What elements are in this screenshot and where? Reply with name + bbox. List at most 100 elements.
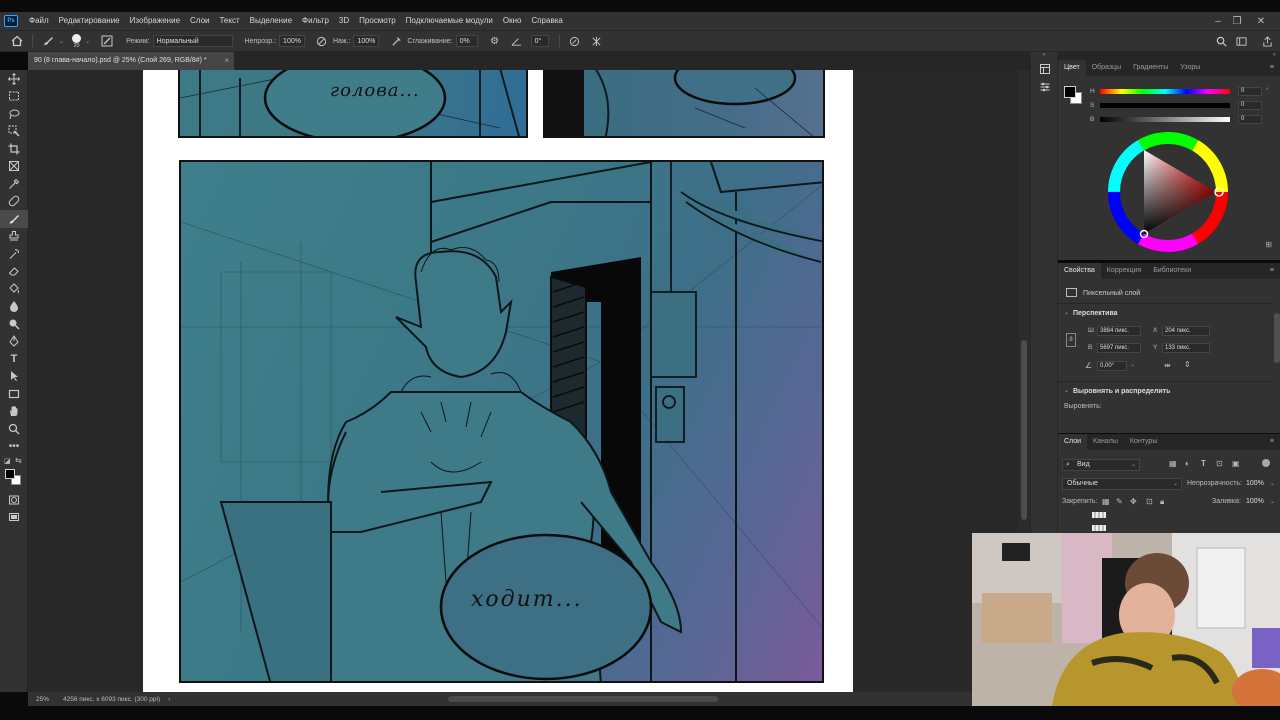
chevron-down-icon[interactable]: ⌄ xyxy=(1064,387,1069,394)
history-brush-tool-icon[interactable] xyxy=(0,245,28,263)
saturation-input[interactable]: 0 xyxy=(1238,100,1262,110)
width-input[interactable]: 3884 пикс. xyxy=(1097,326,1141,336)
more-tools-icon[interactable]: ••• xyxy=(0,438,28,456)
search-icon[interactable] xyxy=(1214,34,1228,48)
tab-channels[interactable]: Каналы xyxy=(1087,434,1124,450)
layer-filter-select[interactable]: ⌕ Вид ⌄ xyxy=(1062,459,1140,471)
transform-section-title[interactable]: Перспектива xyxy=(1073,310,1118,317)
hand-tool-icon[interactable] xyxy=(0,403,28,421)
align-section-title[interactable]: Выровнять и распределить xyxy=(1073,388,1170,395)
angle-icon[interactable] xyxy=(510,34,524,48)
tab-layers[interactable]: Слои xyxy=(1058,434,1088,450)
photoshop-logo-icon[interactable]: Ps xyxy=(4,15,18,27)
status-arrow-icon[interactable]: › xyxy=(168,696,170,703)
type-tool-icon[interactable]: T xyxy=(0,350,28,368)
brush-angle-input[interactable]: 0° xyxy=(530,35,549,47)
healing-brush-tool-icon[interactable] xyxy=(0,193,28,211)
home-icon[interactable] xyxy=(10,34,24,48)
screen-mode-icon[interactable] xyxy=(0,509,28,527)
chevron-down-icon[interactable]: ⌄ xyxy=(1064,309,1069,316)
horizontal-scrollbar[interactable] xyxy=(448,696,718,702)
object-selection-tool-icon[interactable] xyxy=(0,123,28,141)
color-wheel[interactable] xyxy=(1106,130,1230,254)
layer-thumbnail[interactable] xyxy=(1092,512,1106,518)
tab-gradients[interactable]: Градиенты xyxy=(1127,60,1174,76)
y-input[interactable]: 133 пикс. xyxy=(1162,343,1210,353)
flip-horizontal-icon[interactable]: ⇹ xyxy=(1164,361,1171,370)
filter-shape-icon[interactable]: ⊡ xyxy=(1216,459,1223,468)
menu-select[interactable]: Выделение xyxy=(245,12,297,30)
quick-mask-icon[interactable] xyxy=(0,491,28,509)
filter-pixel-icon[interactable]: ▦ xyxy=(1169,459,1177,468)
flip-vertical-icon[interactable]: ⇕ xyxy=(1184,360,1191,369)
fill-value[interactable]: 100% xyxy=(1246,498,1264,505)
brush-settings-icon[interactable] xyxy=(100,34,114,48)
chevron-down-icon[interactable]: ⌄ xyxy=(1270,498,1275,505)
tab-patterns[interactable]: Узоры xyxy=(1174,60,1206,76)
swap-colors-icon[interactable]: ⇆ xyxy=(15,456,22,465)
saturation-slider[interactable] xyxy=(1100,102,1230,108)
height-input[interactable]: 5697 пикс. xyxy=(1097,343,1141,353)
eraser-tool-icon[interactable] xyxy=(0,263,28,281)
lock-artboard-icon[interactable]: ⊡ xyxy=(1146,497,1153,506)
filter-type-icon[interactable]: T xyxy=(1201,459,1206,468)
airbrush-icon[interactable] xyxy=(389,34,403,48)
panel-menu-icon[interactable]: ≡ xyxy=(1270,434,1274,450)
menu-filter[interactable]: Фильтр xyxy=(297,12,334,30)
filter-adjustment-icon[interactable]: ◐ xyxy=(1185,459,1190,468)
share-icon[interactable] xyxy=(1260,34,1274,48)
layer-thumbnail[interactable] xyxy=(1092,525,1106,531)
angle-input[interactable]: 0,00° xyxy=(1097,361,1127,371)
lock-all-icon[interactable]: 🔒︎ xyxy=(1160,497,1164,507)
collapse-arrows-icon[interactable]: « xyxy=(1031,52,1057,60)
brush-settings-panel-icon[interactable] xyxy=(1031,78,1059,96)
zoom-tool-icon[interactable] xyxy=(0,420,28,438)
brush-tool-icon[interactable] xyxy=(41,34,55,48)
crop-tool-icon[interactable] xyxy=(0,140,28,158)
filter-smart-object-icon[interactable]: ▣ xyxy=(1232,459,1240,468)
close-tab-icon[interactable]: × xyxy=(224,52,229,70)
canvas-area[interactable]: голова... ходит... xyxy=(28,70,1018,692)
tab-libraries[interactable]: Библиотеки xyxy=(1147,263,1197,279)
close-window-icon[interactable]: ✕ xyxy=(1250,12,1272,30)
menu-layers[interactable]: Слои xyxy=(185,12,214,30)
default-colors-icon[interactable]: ◪ xyxy=(4,457,11,465)
lock-transparent-icon[interactable]: ▦ xyxy=(1102,497,1110,506)
dodge-tool-icon[interactable] xyxy=(0,315,28,333)
hue-slider[interactable] xyxy=(1100,88,1230,94)
menu-plugins[interactable]: Подключаемые модули xyxy=(401,12,498,30)
brightness-input[interactable]: 0 xyxy=(1238,114,1262,124)
gear-icon[interactable]: ⚙ xyxy=(488,34,502,48)
chevron-down-icon[interactable]: ⌄ xyxy=(85,38,90,45)
comic-page[interactable]: голова... ходит... xyxy=(143,70,853,692)
link-dimensions-icon[interactable]: 8 xyxy=(1066,333,1076,347)
foreground-color-swatch-top[interactable] xyxy=(1064,86,1076,98)
blur-tool-icon[interactable] xyxy=(0,298,28,316)
history-icon[interactable] xyxy=(1031,60,1059,78)
path-selection-tool-icon[interactable] xyxy=(0,368,28,386)
menu-type[interactable]: Текст xyxy=(214,12,244,30)
layer-opacity-value[interactable]: 100% xyxy=(1246,480,1264,487)
scrollbar-thumb[interactable] xyxy=(1021,340,1027,520)
chevron-down-icon[interactable]: ⌄ xyxy=(1270,480,1275,487)
mode-select[interactable]: Нормальный xyxy=(152,35,233,47)
workspace-icon[interactable] xyxy=(1234,34,1248,48)
document-tab[interactable]: 90 (8 глава-начало).psd @ 25% (Слой 269,… xyxy=(28,52,234,70)
lock-pixels-icon[interactable]: ✎ xyxy=(1116,497,1123,506)
panel-menu-icon[interactable]: ≡ xyxy=(1270,60,1274,76)
brush-tool-icon[interactable] xyxy=(0,210,28,228)
symmetry-icon[interactable] xyxy=(590,34,604,48)
eyedropper-tool-icon[interactable] xyxy=(0,175,28,193)
expand-icon[interactable]: ⊞ xyxy=(1265,240,1272,249)
tab-adjustments[interactable]: Коррекция xyxy=(1101,263,1147,279)
pressure-size-icon[interactable] xyxy=(568,34,582,48)
clone-stamp-tool-icon[interactable] xyxy=(0,228,28,246)
frame-tool-icon[interactable] xyxy=(0,158,28,176)
pressure-opacity-icon[interactable] xyxy=(315,34,329,48)
smoothing-input[interactable]: 0% xyxy=(455,35,478,47)
tab-paths[interactable]: Контуры xyxy=(1124,434,1163,450)
zoom-level[interactable]: 25% xyxy=(36,696,49,703)
restore-icon[interactable]: ❐ xyxy=(1226,12,1248,30)
brightness-slider[interactable] xyxy=(1100,116,1230,122)
tab-color[interactable]: Цвет xyxy=(1058,60,1086,76)
